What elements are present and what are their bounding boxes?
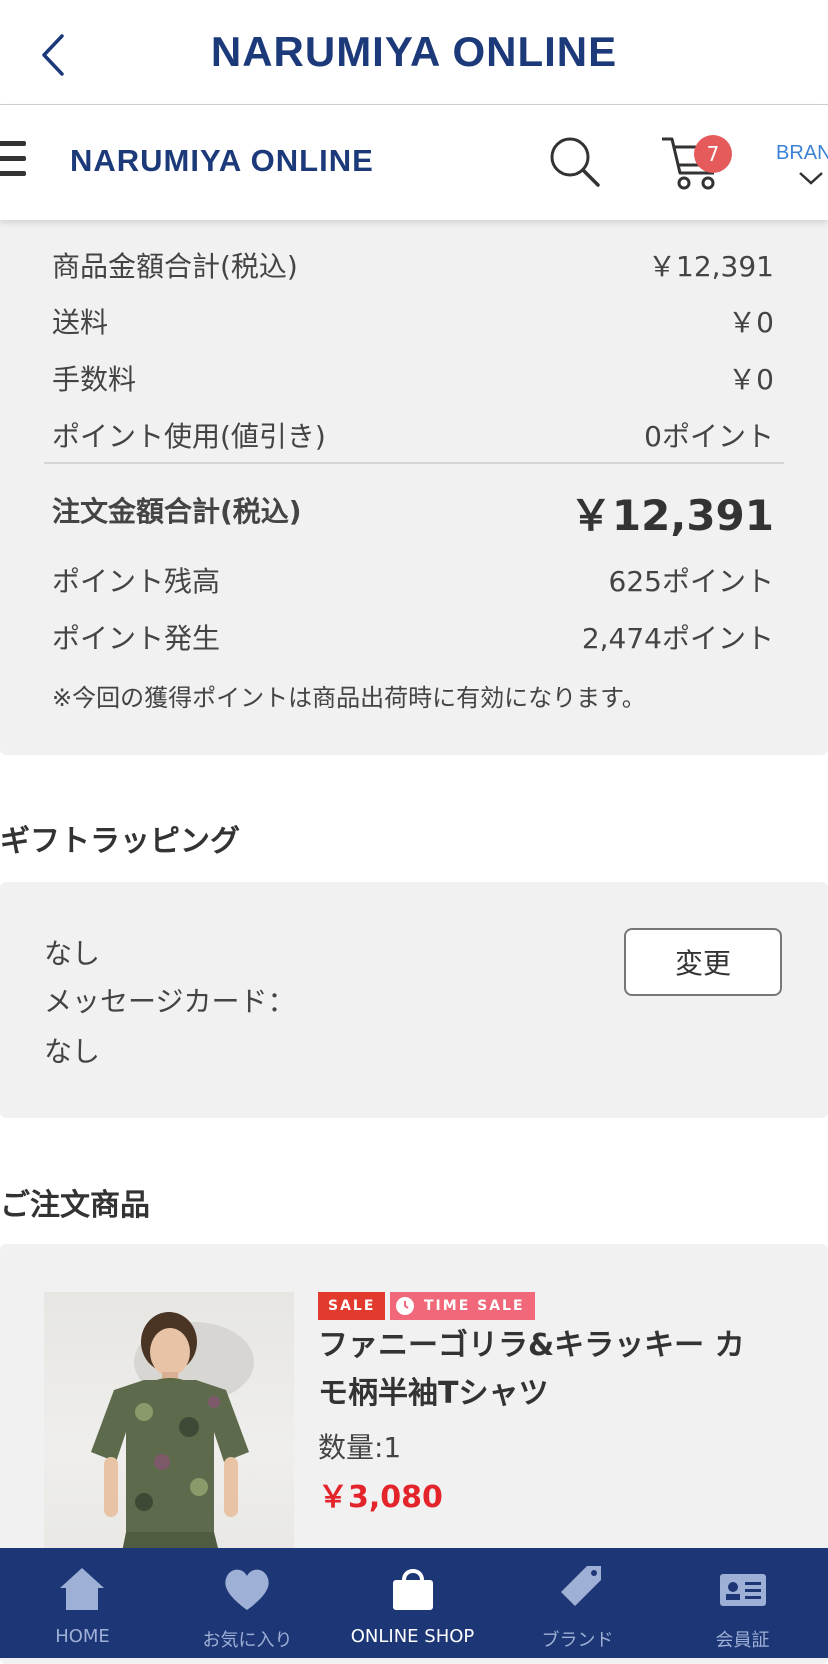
summary-divider <box>44 462 784 464</box>
summary-value: ￥12,391 <box>648 250 774 283</box>
nav-label: ONLINE SHOP <box>350 1626 475 1647</box>
sale-badge: SALE <box>318 1292 386 1320</box>
summary-label: ポイント残高 <box>52 565 221 598</box>
app-bar: NARUMIYA ONLINE <box>0 0 828 105</box>
nav-label: お気に入り <box>202 1630 293 1651</box>
nav-online-shop[interactable]: ONLINE SHOP <box>330 1548 495 1658</box>
summary-value: 0ポイント <box>644 420 774 453</box>
message-card-label: メッセージカード： <box>44 985 296 1018</box>
summary-label: ポイント発生 <box>52 622 221 655</box>
summary-label: ポイント使用(値引き) <box>52 420 326 453</box>
home-icon <box>60 1568 104 1610</box>
nav-favorites[interactable]: お気に入り <box>165 1548 330 1658</box>
nav-label: HOME <box>55 1626 110 1647</box>
summary-value: ￥0 <box>728 363 774 396</box>
product-quantity: 数量:1 <box>318 1431 402 1464</box>
summary-value: 2,474ポイント <box>581 622 774 655</box>
summary-value: ￥0 <box>728 306 774 339</box>
summary-label: 送料 <box>52 306 109 339</box>
bottom-navigation: HOME お気に入り ONLINE SHOP ブランド 会員証 <box>0 1548 828 1658</box>
search-icon[interactable] <box>548 135 600 187</box>
clock-icon <box>396 1297 414 1315</box>
member-card-icon <box>720 1574 766 1606</box>
nav-label: 会員証 <box>715 1630 770 1651</box>
shopping-bag-icon <box>393 1569 433 1610</box>
product-name[interactable]: ファニーゴリラ&キラッキー カモ柄半袖Tシャツ <box>318 1322 768 1418</box>
summary-value: 625ポイント <box>608 565 774 598</box>
message-card-value: なし <box>44 1035 101 1068</box>
cart-count-badge: 7 <box>694 135 732 173</box>
gift-wrapping-value: なし <box>44 937 101 970</box>
order-section-title: ご注文商品 <box>0 1188 150 1223</box>
nav-member-card[interactable]: 会員証 <box>660 1548 825 1658</box>
tag-icon <box>561 1566 601 1606</box>
site-logo[interactable]: NARUMIYA ONLINE <box>70 143 374 179</box>
total-value: ￥12,391 <box>569 491 774 540</box>
product-photo <box>91 1312 254 1552</box>
app-title: NARUMIYA ONLINE <box>210 28 618 75</box>
gift-section-title: ギフトラッピング <box>0 824 240 859</box>
brand-menu-button[interactable]: BRAN <box>776 142 828 165</box>
menu-icon[interactable] <box>0 141 26 181</box>
points-note: ※今回の獲得ポイントは商品出荷時に有効になります。 <box>52 684 646 712</box>
nav-brand[interactable]: ブランド <box>495 1548 660 1658</box>
nav-home[interactable]: HOME <box>0 1548 165 1658</box>
product-price: ￥3,080 <box>318 1480 443 1515</box>
heart-icon <box>225 1569 269 1610</box>
product-image[interactable] <box>44 1292 294 1552</box>
nav-label: ブランド <box>541 1630 614 1651</box>
summary-label: 商品金額合計(税込) <box>52 250 298 283</box>
summary-label: 手数料 <box>52 363 137 396</box>
change-button[interactable]: 変更 <box>624 928 782 996</box>
total-label: 注文金額合計(税込) <box>52 495 302 528</box>
chevron-down-icon[interactable] <box>798 170 824 186</box>
